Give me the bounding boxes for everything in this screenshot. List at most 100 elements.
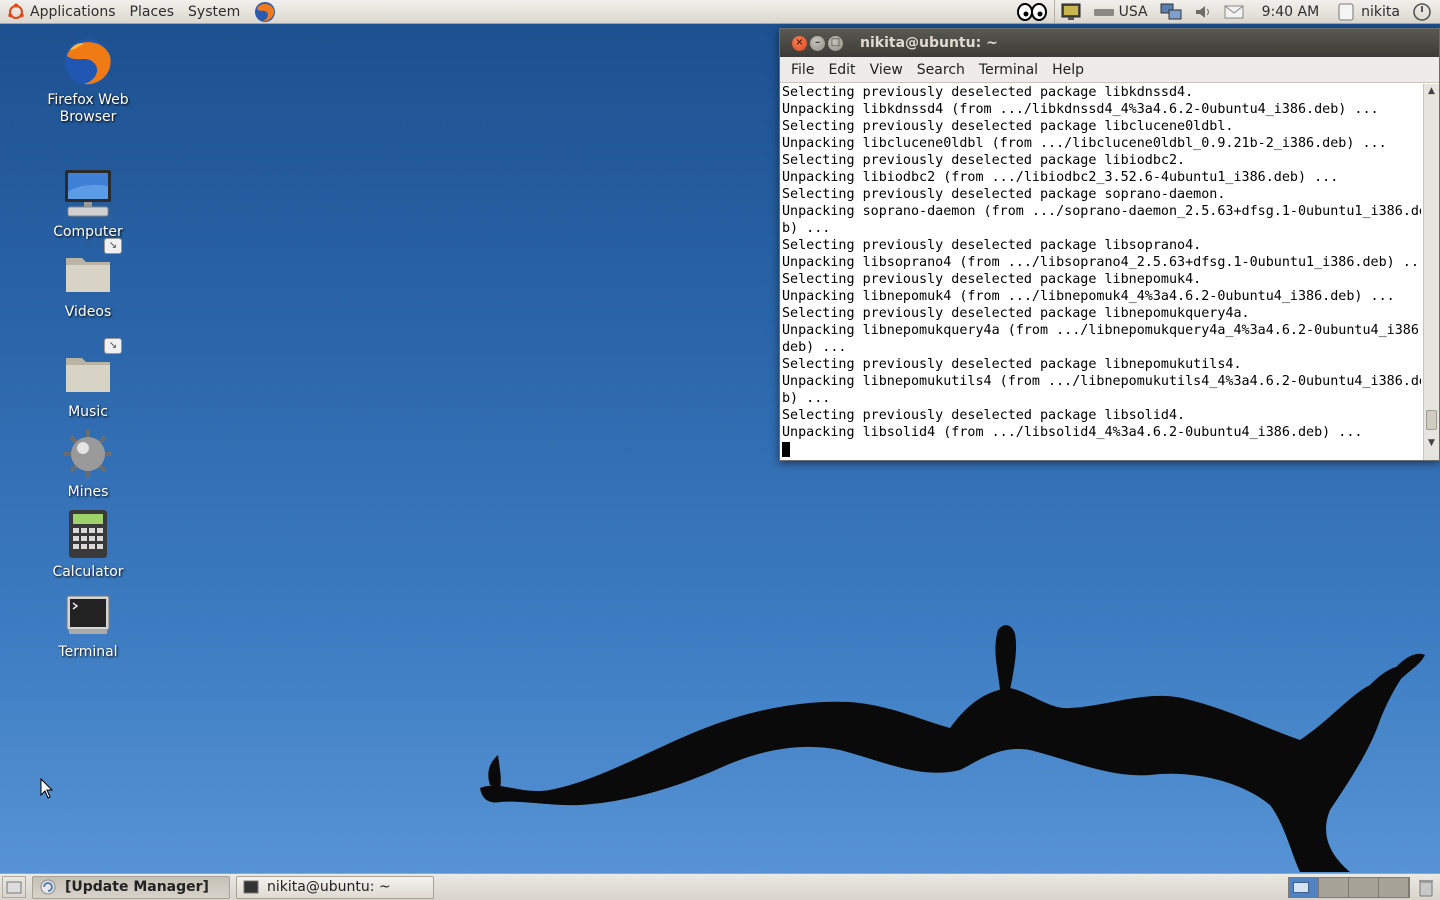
user-name: nikita bbox=[1361, 4, 1400, 20]
terminal-line: Unpacking libnepomukutils4 (from .../lib… bbox=[782, 374, 1421, 389]
power-icon[interactable] bbox=[1406, 0, 1438, 24]
terminal-line: Selecting previously deselected package … bbox=[782, 238, 1202, 253]
desktop-icon-computer[interactable]: Computer bbox=[33, 168, 143, 241]
terminal-line: Unpacking soprano-daemon (from .../sopra… bbox=[782, 204, 1421, 219]
desktop-icon-label: Calculator bbox=[52, 564, 124, 580]
keyboard-icon bbox=[1093, 9, 1114, 16]
terminal-line: b) ... bbox=[782, 391, 831, 406]
terminal-cursor-line bbox=[782, 441, 1421, 458]
terminal-output[interactable]: Selecting previously deselected package … bbox=[780, 84, 1439, 460]
applications-menu[interactable]: Applications bbox=[0, 0, 123, 24]
terminal-window[interactable]: × – □ nikita@ubuntu: ~ File Edit View Se… bbox=[779, 28, 1440, 461]
desktop-icon-label: Music bbox=[68, 404, 108, 420]
terminal-text: Selecting previously deselected package … bbox=[782, 84, 1421, 458]
firefox-icon bbox=[255, 1, 276, 22]
system-menu-label: System bbox=[188, 3, 241, 20]
user-menu[interactable]: nikita bbox=[1331, 0, 1406, 24]
keyboard-layout[interactable]: USA bbox=[1087, 0, 1154, 24]
wallpaper-branch-silhouette bbox=[480, 625, 1425, 872]
network-icon[interactable] bbox=[1154, 0, 1188, 24]
taskbar-item-label: nikita@ubuntu: ~ bbox=[267, 879, 391, 895]
ubuntu-logo-icon bbox=[8, 3, 24, 19]
clock[interactable]: 9:40 AM bbox=[1250, 4, 1332, 20]
minimize-button[interactable]: – bbox=[810, 35, 825, 51]
firefox-launcher[interactable] bbox=[247, 0, 288, 24]
scrollbar-thumb[interactable] bbox=[1426, 410, 1437, 430]
taskbar-item-terminal[interactable]: nikita@ubuntu: ~ bbox=[236, 875, 434, 899]
desktop-icon-videos[interactable]: ↘ Videos bbox=[33, 238, 143, 321]
show-desktop-icon bbox=[6, 881, 22, 894]
terminal-line: Selecting previously deselected package … bbox=[782, 85, 1194, 100]
desktop-icon-label: Mines bbox=[67, 484, 109, 500]
desktop-icon-label: Computer bbox=[53, 224, 123, 240]
symlink-arrow-icon: ↘ bbox=[104, 338, 122, 354]
bottom-panel: [Update Manager] nikita@ubuntu: ~ bbox=[0, 873, 1440, 900]
terminal-line: Unpacking libclucene0ldbl (from .../libc… bbox=[782, 136, 1387, 151]
menu-file[interactable]: File bbox=[784, 62, 821, 78]
terminal-line: deb) ... bbox=[782, 340, 847, 355]
places-menu-label: Places bbox=[129, 3, 175, 20]
vertical-scrollbar[interactable]: ▲ ▼ bbox=[1423, 84, 1439, 460]
mail-icon[interactable] bbox=[1218, 0, 1250, 24]
workspace-switcher[interactable] bbox=[1288, 877, 1410, 898]
desktop-icon-calculator[interactable]: Calculator bbox=[33, 508, 143, 581]
terminal-menubar: File Edit View Search Terminal Help bbox=[780, 57, 1439, 83]
terminal-line: Unpacking libsolid4 (from .../libsolid4_… bbox=[782, 425, 1363, 440]
workspace-2[interactable] bbox=[1319, 878, 1349, 897]
accessibility-eyes-icon[interactable] bbox=[1010, 0, 1054, 24]
close-button[interactable]: × bbox=[792, 35, 807, 51]
terminal-cursor bbox=[782, 441, 790, 457]
mines-icon bbox=[62, 428, 114, 480]
terminal-line: Unpacking libsoprano4 (from .../libsopra… bbox=[782, 255, 1421, 270]
terminal-line: b) ... bbox=[782, 221, 831, 236]
terminal-line: Unpacking libnepomuk4 (from .../libnepom… bbox=[782, 289, 1395, 304]
desktop-icon-music[interactable]: ↘ Music bbox=[33, 338, 143, 421]
top-panel: Applications Places System USA 9:40 AM n… bbox=[0, 0, 1440, 24]
menu-edit[interactable]: Edit bbox=[821, 62, 862, 78]
applications-menu-label: Applications bbox=[30, 3, 116, 20]
desktop-icon-mines[interactable]: Mines bbox=[33, 428, 143, 501]
desktop-icon-terminal[interactable]: Terminal bbox=[33, 588, 143, 661]
computer-icon bbox=[62, 168, 114, 220]
terminal-icon bbox=[243, 880, 259, 894]
terminal-icon bbox=[62, 588, 114, 640]
terminal-line: Unpacking libnepomukquery4a (from .../li… bbox=[782, 323, 1421, 338]
desktop-icon-label: Firefox Web Browser bbox=[47, 92, 129, 125]
symlink-arrow-icon: ↘ bbox=[104, 238, 122, 254]
terminal-line: Selecting previously deselected package … bbox=[782, 306, 1250, 321]
display-icon[interactable] bbox=[1053, 0, 1087, 24]
desktop-icon-label: Terminal bbox=[58, 644, 118, 660]
terminal-line: Unpacking libkdnssd4 (from .../libkdnssd… bbox=[782, 102, 1379, 117]
menu-search[interactable]: Search bbox=[910, 62, 972, 78]
volume-icon[interactable] bbox=[1188, 0, 1218, 24]
keyboard-layout-label: USA bbox=[1118, 4, 1148, 20]
menu-help[interactable]: Help bbox=[1045, 62, 1091, 78]
terminal-line: Selecting previously deselected package … bbox=[782, 153, 1186, 168]
folder-icon: ↘ bbox=[62, 338, 122, 400]
update-manager-icon bbox=[40, 879, 56, 895]
calculator-icon bbox=[62, 508, 114, 560]
workspace-4[interactable] bbox=[1379, 878, 1409, 897]
terminal-line: Selecting previously deselected package … bbox=[782, 187, 1226, 202]
scroll-up-arrow-icon[interactable]: ▲ bbox=[1424, 84, 1439, 98]
scroll-down-arrow-icon[interactable]: ▼ bbox=[1424, 436, 1439, 450]
maximize-button[interactable]: □ bbox=[828, 35, 843, 51]
terminal-line: Selecting previously deselected package … bbox=[782, 408, 1186, 423]
workspace-1[interactable] bbox=[1289, 878, 1319, 897]
show-desktop-button[interactable] bbox=[2, 876, 26, 898]
menu-terminal[interactable]: Terminal bbox=[972, 62, 1045, 78]
taskbar-item-label: [Update Manager] bbox=[65, 879, 209, 895]
terminal-line: Unpacking libiodbc2 (from .../libiodbc2_… bbox=[782, 170, 1339, 185]
desktop-icon-firefox[interactable]: Firefox Web Browser bbox=[33, 36, 143, 126]
trash-icon[interactable] bbox=[1416, 877, 1436, 900]
taskbar-item-update-manager[interactable]: [Update Manager] bbox=[32, 875, 230, 899]
desktop-icon-label: Videos bbox=[64, 304, 112, 320]
terminal-line: Selecting previously deselected package … bbox=[782, 357, 1242, 372]
workspace-3[interactable] bbox=[1349, 878, 1379, 897]
user-icon bbox=[1338, 3, 1354, 21]
terminal-line: Selecting previously deselected package … bbox=[782, 272, 1202, 287]
window-titlebar[interactable]: × – □ nikita@ubuntu: ~ bbox=[780, 29, 1439, 57]
menu-view[interactable]: View bbox=[863, 62, 910, 78]
places-menu[interactable]: Places bbox=[123, 0, 182, 24]
system-menu[interactable]: System bbox=[181, 0, 247, 24]
